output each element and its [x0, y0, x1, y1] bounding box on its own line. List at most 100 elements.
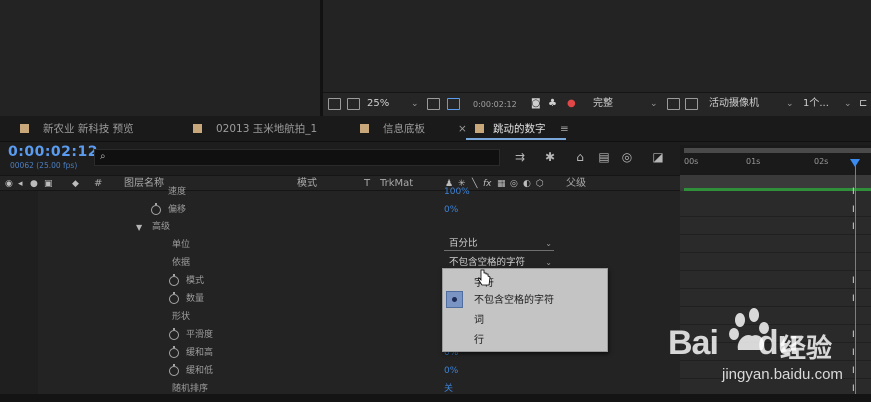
tab-cornfield[interactable]: 02013 玉米地航拍_1	[193, 116, 317, 142]
tab-color-swatch	[20, 124, 29, 133]
tab-label: 新农业 新科技 预览	[43, 123, 134, 135]
transparency-grid-icon[interactable]	[447, 98, 460, 110]
property-value[interactable]: 0%	[444, 365, 458, 377]
keyframe-icon[interactable]: I	[852, 276, 855, 286]
stopwatch-icon[interactable]	[169, 328, 179, 340]
stopwatch-icon[interactable]	[151, 203, 161, 215]
twirl-down-icon[interactable]: ▼	[136, 223, 142, 232]
keyframe-icon[interactable]: I	[852, 205, 855, 215]
menu-item-lines[interactable]: 行	[443, 332, 607, 349]
adjustment-switch-icon[interactable]: ◐	[523, 179, 531, 189]
work-area-bar[interactable]	[684, 148, 871, 153]
menu-item-characters-excluding-spaces[interactable]: 不包含空格的字符	[443, 292, 607, 309]
video-eye-icon[interactable]: ◉	[5, 179, 13, 189]
3d-layer-switch-icon[interactable]: ⬡	[536, 179, 544, 189]
timeline-row-divider	[680, 270, 871, 271]
tab-info-board[interactable]: 信息底板	[360, 116, 425, 142]
solo-icon[interactable]: ●	[30, 179, 38, 189]
column-mode[interactable]: 模式	[297, 177, 317, 190]
keyframe-icon[interactable]: I	[852, 294, 855, 304]
column-trkmat[interactable]: TrkMat	[380, 177, 413, 190]
property-label: 单位	[172, 240, 191, 250]
frame-blend-switch-icon[interactable]: ▦	[497, 179, 506, 189]
chevron-down-icon[interactable]: ⌄	[650, 97, 658, 111]
watermark-logo-bai: Bai	[668, 324, 719, 362]
cursor-hand-icon	[478, 269, 491, 286]
column-parent[interactable]: 父级	[566, 177, 586, 190]
dropdown-value: 不包含空格的字符	[449, 257, 526, 268]
menu-item-words[interactable]: 词	[443, 312, 607, 329]
resolution-select[interactable]: 完整	[593, 97, 613, 111]
zoom-select[interactable]: 25%	[367, 97, 389, 111]
tab-label: 信息底板	[383, 123, 425, 135]
effect-switch-icon[interactable]: fx	[483, 179, 492, 189]
property-label: 偏移	[168, 205, 187, 215]
stopwatch-icon[interactable]	[169, 364, 179, 376]
viewer-timecode[interactable]: 0:00:02:12	[473, 98, 517, 111]
ruler-label: 02s	[814, 157, 829, 166]
ruler-label: 01s	[746, 157, 761, 166]
show-snapshot-icon[interactable]: ♣	[548, 97, 557, 111]
monitor-icon[interactable]	[347, 98, 360, 110]
tab-color-swatch	[360, 124, 369, 133]
search-input[interactable]	[94, 149, 500, 166]
keyframe-icon[interactable]: I	[852, 222, 855, 232]
timeline-tab-bar: 新农业 新科技 预览 02013 玉米地航拍_1 信息底板 × 跳动的数字 ≡	[0, 116, 871, 142]
radio-dot-icon	[452, 297, 457, 302]
region-of-interest-icon[interactable]	[427, 98, 440, 110]
property-label: 速度	[168, 187, 187, 197]
fast-preview-icon[interactable]	[667, 98, 680, 110]
camera-select[interactable]: 活动摄像机	[709, 97, 759, 111]
stopwatch-icon[interactable]	[169, 274, 179, 286]
viewer-toolbar: 25% ⌄ 0:00:02:12 ◙ ♣ ● 完整 ⌄ 活动摄像机 ⌄ 1个..…	[323, 92, 871, 116]
column-t: T	[364, 178, 371, 189]
color-channels-icon[interactable]: ●	[567, 97, 576, 111]
keyframe-icon[interactable]: I	[852, 187, 855, 197]
property-label: 缓和低	[186, 366, 214, 376]
views-select[interactable]: 1个...	[803, 97, 829, 111]
chevron-down-icon[interactable]: ⌄	[844, 97, 852, 111]
draft-3d-icon[interactable]: ✱	[542, 149, 558, 165]
camera-snapshot-icon[interactable]: ◙	[531, 97, 541, 111]
menu-item-characters[interactable]: 字符	[443, 275, 607, 292]
layer-column-header: ◉ ◂ ● ▣ ◆ # 图层名称 模式 T TrkMat ♟ ✳ ╲ fx ▦ …	[0, 175, 680, 191]
comp-flowchart-icon[interactable]: ⇉	[512, 149, 528, 165]
lock-icon[interactable]: ▣	[44, 179, 53, 189]
tab-color-swatch	[193, 124, 202, 133]
toggle-grid-icon[interactable]	[685, 98, 698, 110]
more-icon[interactable]: ⊏	[859, 97, 867, 111]
current-time-display[interactable]: 0:00:02:12	[8, 144, 98, 160]
quality-switch-icon[interactable]: ╲	[472, 179, 477, 189]
playhead-handle[interactable]	[850, 159, 860, 167]
always-preview-icon[interactable]	[328, 98, 341, 110]
column-layer-name[interactable]: 图层名称	[124, 177, 164, 190]
audio-icon[interactable]: ◂	[18, 179, 23, 189]
graph-editor-icon[interactable]: ◪	[650, 149, 666, 165]
timeline-row-divider	[680, 252, 871, 253]
tab-preview[interactable]: 新农业 新科技 预览	[20, 116, 134, 142]
stopwatch-icon[interactable]	[169, 292, 179, 304]
motion-blur-switch-icon[interactable]: ◎	[510, 179, 518, 189]
shy-layers-icon[interactable]: ⌂	[572, 149, 588, 165]
column-number: #	[94, 178, 103, 189]
property-value[interactable]: 100%	[444, 186, 470, 198]
baidu-jingyan-watermark: Bai du 经验 jingyan.baidu.com	[660, 306, 870, 402]
chevron-down-icon[interactable]: ⌄	[411, 97, 419, 111]
property-group-label: 高级	[152, 222, 171, 232]
search-icon: ⌕	[100, 151, 106, 162]
stopwatch-icon[interactable]	[169, 346, 179, 358]
composition-viewer[interactable]	[323, 0, 871, 92]
motion-blur-icon[interactable]: ◎	[619, 149, 635, 165]
chevron-down-icon[interactable]: ⌄	[786, 97, 794, 111]
property-value[interactable]: 0%	[444, 204, 458, 216]
tab-label: 02013 玉米地航拍_1	[216, 123, 318, 135]
ruler-label: 00s	[684, 157, 699, 166]
tab-color-swatch	[475, 124, 484, 133]
frame-blending-icon[interactable]: ▤	[596, 149, 612, 165]
based-on-menu: 字符 不包含空格的字符 词 行	[442, 268, 608, 352]
units-dropdown[interactable]: 百分比 ⌄	[444, 237, 554, 251]
timeline-row-divider	[680, 234, 871, 235]
label-tag-icon[interactable]: ◆	[72, 179, 79, 189]
frame-count: 00062 (25.00 fps)	[10, 161, 78, 170]
timeline-row-divider	[680, 216, 871, 217]
